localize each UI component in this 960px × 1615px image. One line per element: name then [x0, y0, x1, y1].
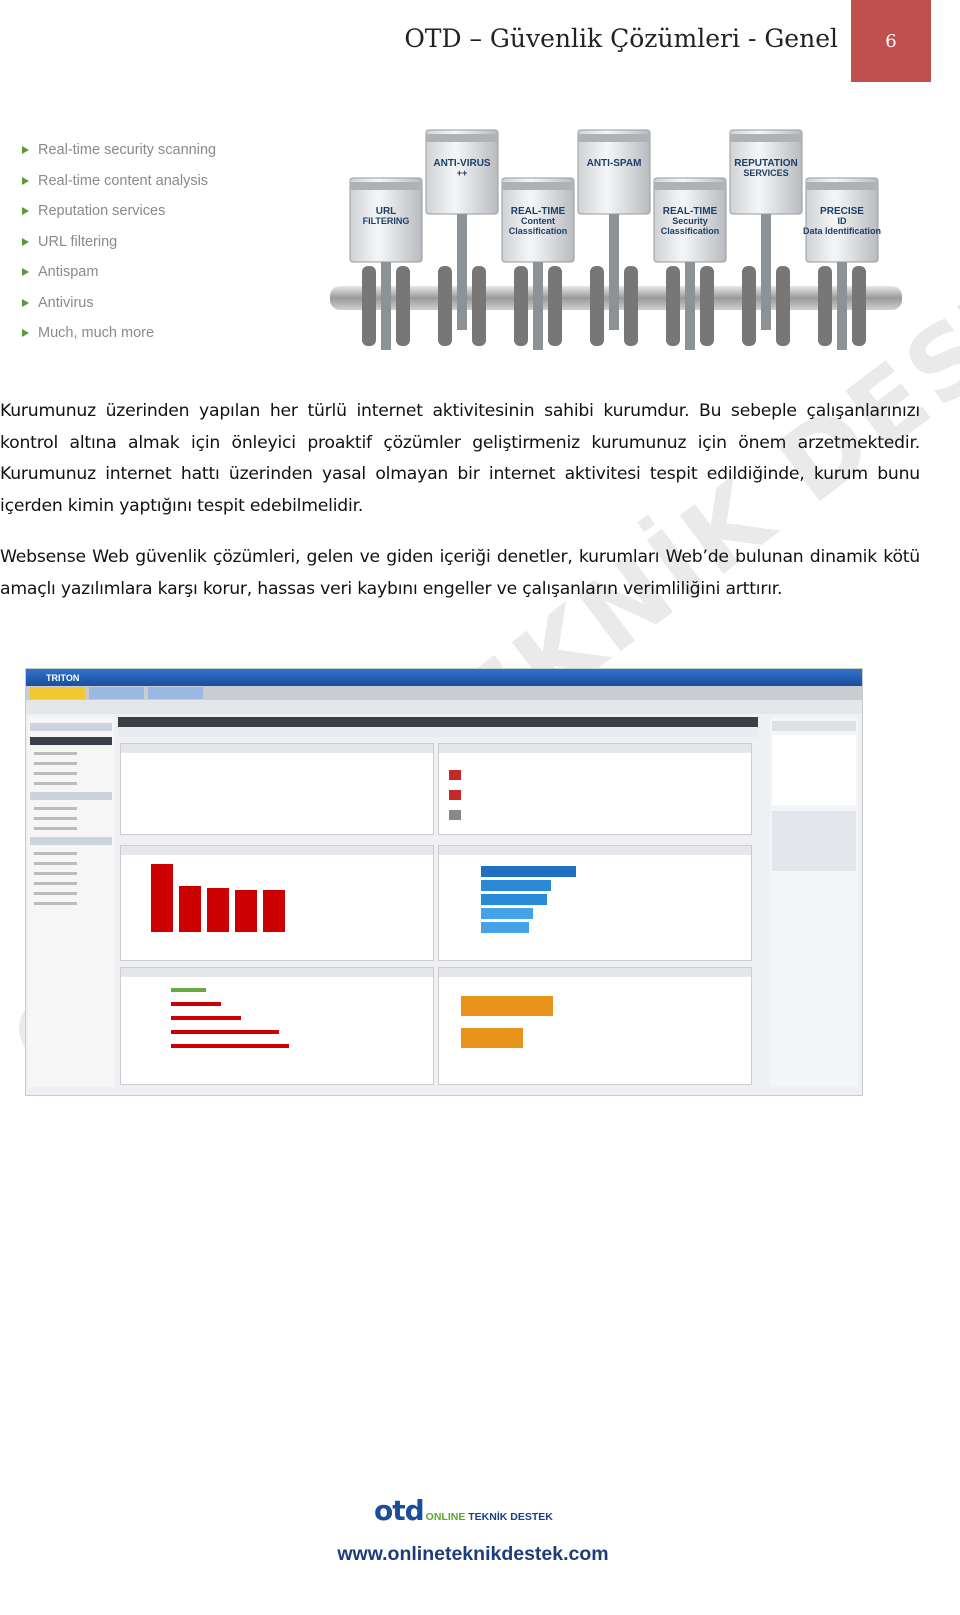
otd-logo: otd ONLINE TEKNİK DESTEK: [374, 1494, 553, 1527]
logo-online: ONLINE: [425, 1511, 466, 1523]
piston-label: Classification: [509, 226, 568, 236]
logo-rest: TEKNİK DESTEK: [468, 1511, 553, 1523]
feature-item: URL filtering: [22, 227, 216, 258]
piston: ANTI-VIRUS++: [425, 129, 499, 346]
piston-label: SERVICES: [743, 168, 788, 178]
triangle-bullet-icon: [22, 237, 29, 246]
piston-label: FILTERING: [363, 216, 410, 226]
piston: REAL-TIMESecurityClassification: [653, 177, 727, 350]
piston: REPUTATIONSERVICES: [729, 129, 803, 346]
screenshot-sidebar: [28, 717, 114, 1087]
piston-label: Classification: [661, 226, 720, 236]
app-name: TRITON: [46, 672, 80, 683]
feature-item: Antivirus: [22, 288, 216, 319]
feature-item: Real-time security scanning: [22, 135, 216, 166]
feature-label: Real-time content analysis: [38, 172, 209, 189]
feature-item: Much, much more: [22, 318, 216, 349]
feature-item: Real-time content analysis: [22, 166, 216, 197]
feature-label: Reputation services: [38, 203, 166, 220]
piston-label: Security: [672, 216, 708, 226]
piston-label: ID: [838, 216, 848, 226]
piston: URLFILTERING: [349, 177, 423, 350]
feature-label: Antivirus: [38, 294, 94, 311]
triangle-bullet-icon: [22, 268, 29, 277]
feature-item: Antispam: [22, 257, 216, 288]
page-number: 6: [851, 0, 931, 82]
feature-label: Much, much more: [38, 325, 155, 342]
logo-mark: otd: [374, 1494, 425, 1527]
piston-label: Content: [521, 216, 555, 226]
feature-item: Reputation services: [22, 196, 216, 227]
piston: REAL-TIMEContentClassification: [501, 177, 575, 350]
piston: PRECISEIDData Identification: [803, 177, 881, 350]
module-tabs: [26, 686, 862, 700]
page-header-title: OTD – Güvenlik Çözümleri - Genel: [404, 24, 838, 53]
screenshot-toolbox: [770, 717, 858, 1087]
piston-label: Data Identification: [803, 226, 881, 236]
triangle-bullet-icon: [22, 298, 29, 307]
piston: ANTI-SPAM: [577, 129, 651, 346]
feature-label: Real-time security scanning: [38, 142, 217, 159]
footer-url[interactable]: www.onlineteknikdestek.com: [0, 1543, 946, 1566]
paragraph-intro: Kurumunuz üzerinden yapılan her türlü in…: [0, 401, 920, 516]
triangle-bullet-icon: [22, 146, 29, 155]
screenshot-dashboard: [118, 717, 758, 1087]
piston-label: ANTI-SPAM: [587, 158, 642, 169]
piston-label: ++: [457, 168, 468, 178]
app-titlebar: TRITON: [26, 669, 862, 686]
feature-label: URL filtering: [38, 233, 118, 250]
triton-console-screenshot: TRITON: [25, 668, 863, 1096]
triangle-bullet-icon: [22, 329, 29, 338]
feature-list: Real-time security scanning Real-time co…: [22, 135, 216, 349]
document-page: ONLINE TEKNİK DESTEK OTD – Güvenlik Çözü…: [0, 0, 960, 1615]
paragraph-websense: Websense Web güvenlik çözümleri, gelen v…: [0, 547, 920, 599]
triangle-bullet-icon: [22, 176, 29, 185]
feature-label: Antispam: [38, 264, 99, 281]
crankshaft-engine-illustration: URLFILTERINGANTI-VIRUS++REAL-TIMEContent…: [330, 129, 902, 350]
triangle-bullet-icon: [22, 207, 29, 216]
